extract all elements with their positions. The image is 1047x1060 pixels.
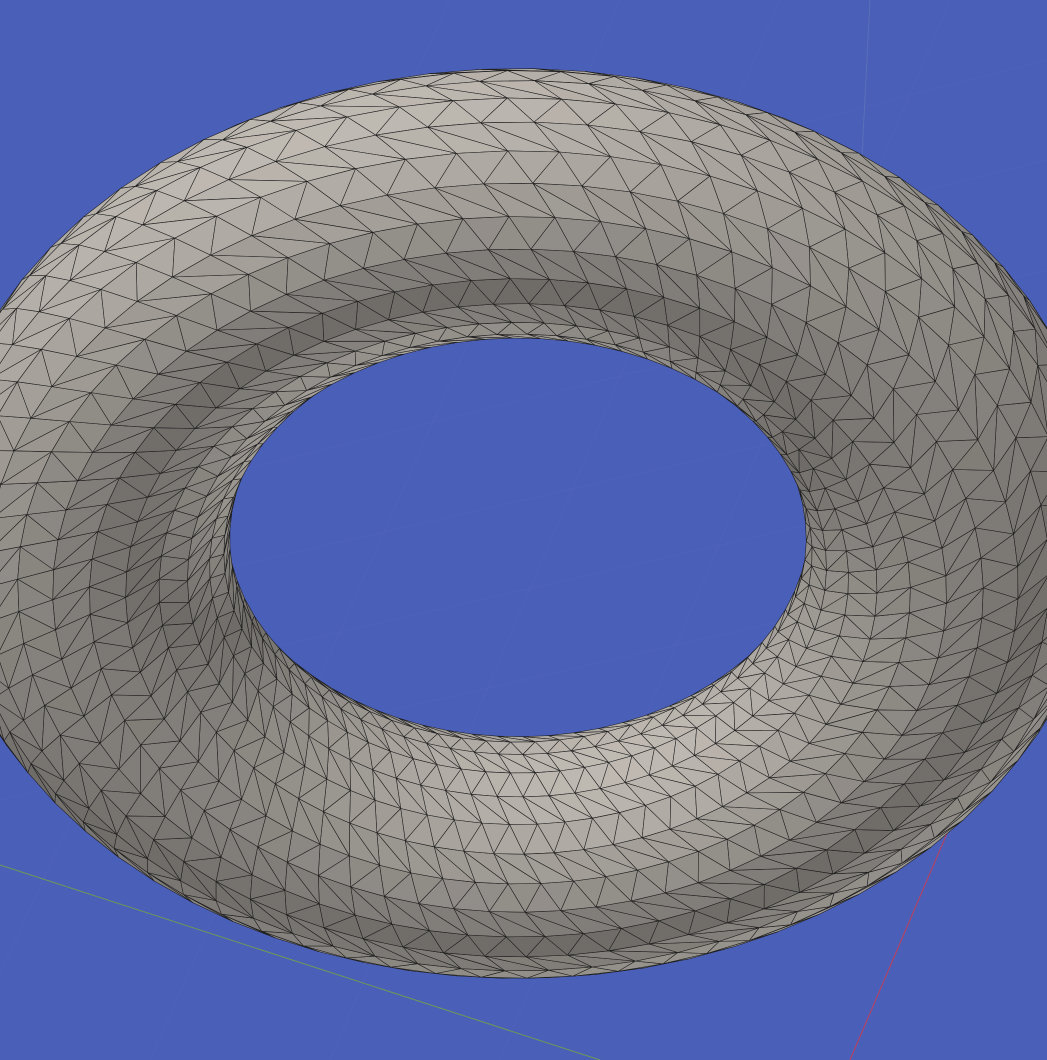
3d-viewport[interactable] [0,0,1047,1060]
viewport-canvas[interactable] [0,0,1047,1060]
